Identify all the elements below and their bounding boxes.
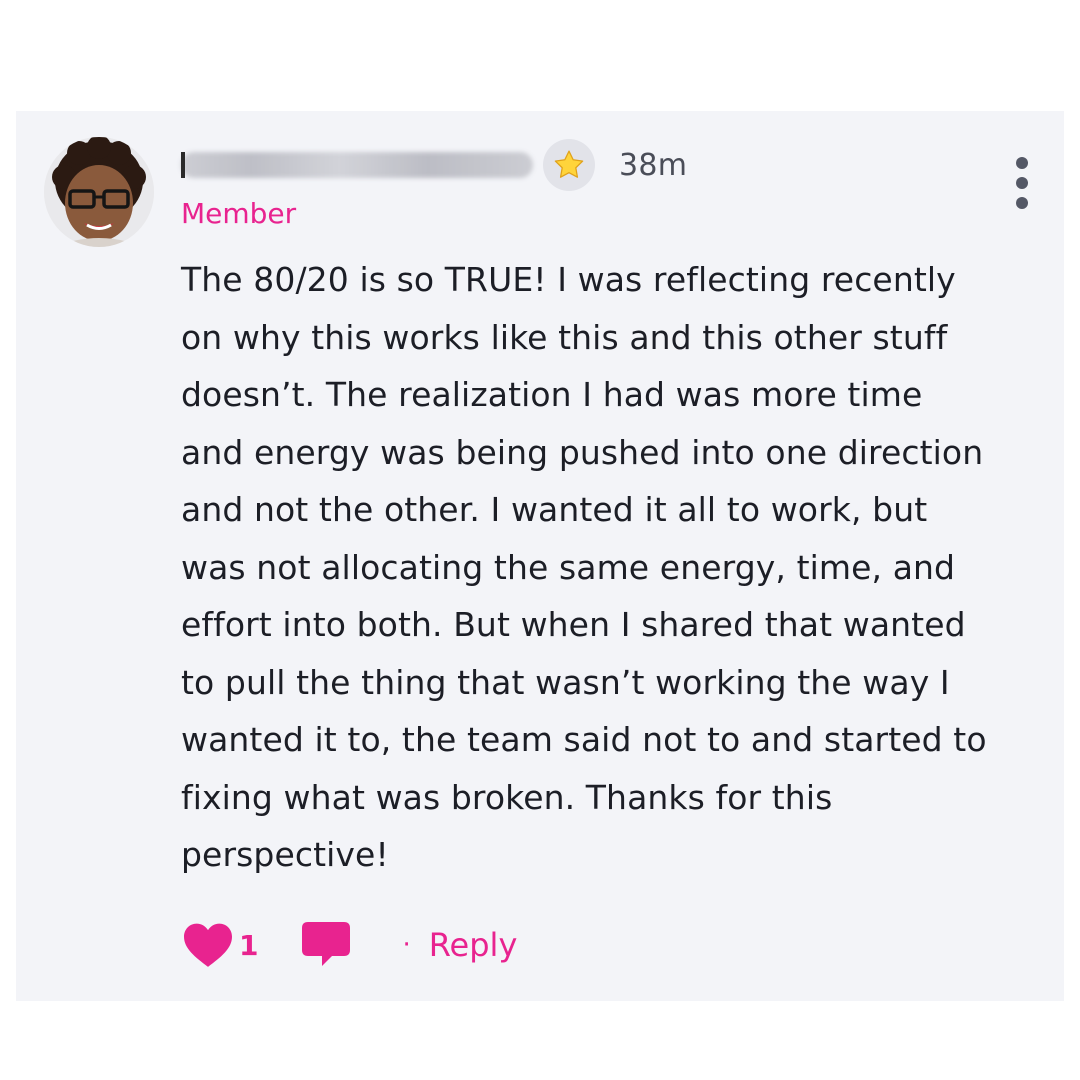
role-label: Member (181, 197, 297, 230)
more-options-button[interactable] (1010, 157, 1034, 211)
timestamp: 38m (619, 147, 688, 183)
star-icon (554, 150, 584, 178)
author-name-redacted[interactable] (181, 152, 533, 178)
author-row: 38m (181, 137, 687, 193)
heart-icon (184, 923, 232, 967)
separator-dot: · (402, 930, 411, 960)
vertical-dots-icon (1016, 157, 1028, 169)
reply-button[interactable]: Reply (429, 926, 518, 964)
star-badge (543, 139, 595, 191)
comment-actions: 1 · Reply (181, 915, 517, 975)
comment-button[interactable] (300, 920, 352, 970)
comment-card: 38m Member The 80/20 is so TRUE! I was r… (16, 111, 1064, 1001)
author-name-cursor (181, 152, 185, 178)
like-button[interactable]: 1 (181, 921, 258, 969)
avatar[interactable] (44, 137, 154, 247)
like-count: 1 (239, 928, 259, 962)
comment-body: The 80/20 is so TRUE! I was reflecting r… (181, 260, 987, 874)
vertical-dots-icon (1016, 177, 1028, 189)
avatar-image (44, 137, 154, 247)
comment-bubble-icon (302, 922, 351, 966)
vertical-dots-icon (1016, 197, 1028, 209)
